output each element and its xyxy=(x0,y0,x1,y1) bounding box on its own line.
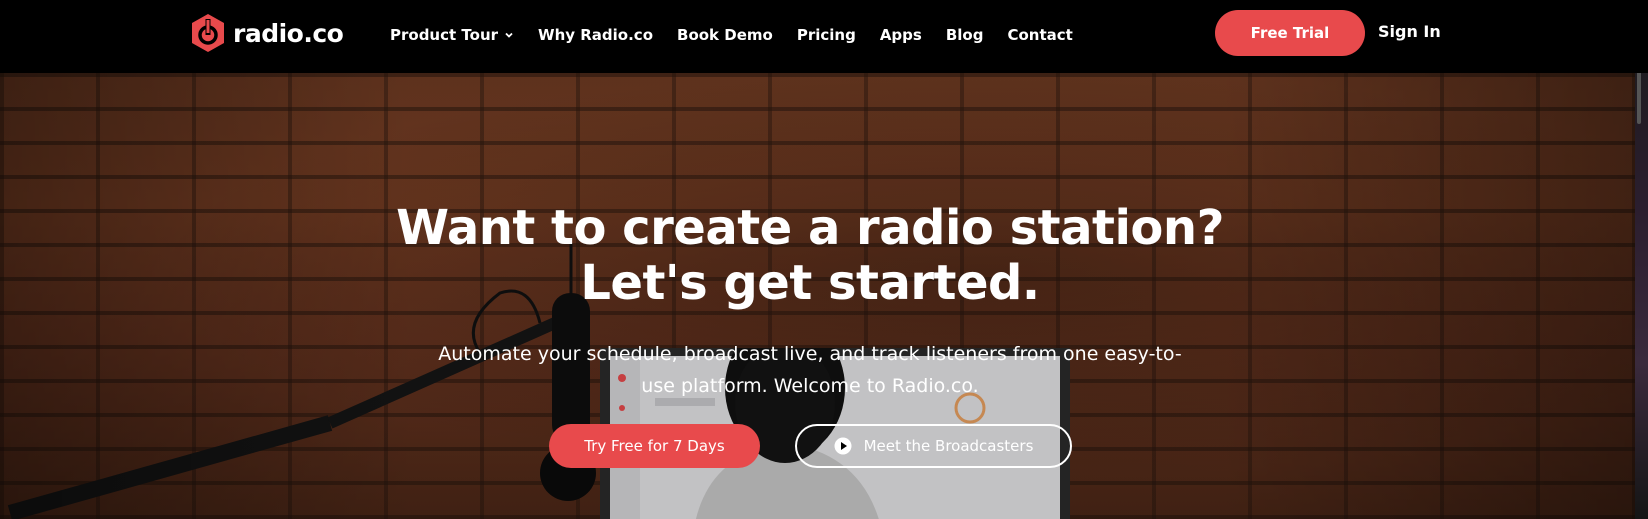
hero-title-line1: Want to create a radio station? xyxy=(396,200,1224,256)
hero-title: Want to create a radio station? Let's ge… xyxy=(0,201,1620,311)
free-trial-button[interactable]: Free Trial xyxy=(1215,10,1365,56)
sign-in-link[interactable]: Sign In xyxy=(1378,22,1441,41)
nav-blog[interactable]: Blog xyxy=(946,26,984,44)
nav-why-radio-co[interactable]: Why Radio.co xyxy=(538,26,653,44)
nav-product-tour-label: Product Tour xyxy=(390,25,499,44)
nav-pricing[interactable]: Pricing xyxy=(797,26,856,44)
meet-broadcasters-button[interactable]: Meet the Broadcasters xyxy=(795,424,1072,468)
main-nav: Product Tour Why Radio.co Book Demo Pric… xyxy=(390,0,1073,69)
nav-apps[interactable]: Apps xyxy=(880,26,922,44)
brand-logo[interactable]: radio.co xyxy=(190,13,344,53)
hero-section: Want to create a radio station? Let's ge… xyxy=(0,73,1635,519)
top-navbar: radio.co Product Tour Why Radio.co Book … xyxy=(0,0,1648,73)
play-circle-icon xyxy=(834,437,852,455)
radio-co-logo-icon xyxy=(192,14,224,52)
nav-book-demo[interactable]: Book Demo xyxy=(677,26,773,44)
meet-broadcasters-label: Meet the Broadcasters xyxy=(863,437,1034,455)
try-free-button[interactable]: Try Free for 7 Days xyxy=(549,424,760,468)
nav-contact[interactable]: Contact xyxy=(1007,26,1072,44)
hero-subtitle: Automate your schedule, broadcast live, … xyxy=(438,343,1182,397)
brand-name: radio.co xyxy=(233,18,344,48)
nav-product-tour[interactable]: Product Tour xyxy=(390,26,514,44)
chevron-down-icon xyxy=(505,32,513,38)
hero-title-line2: Let's get started. xyxy=(580,255,1040,311)
